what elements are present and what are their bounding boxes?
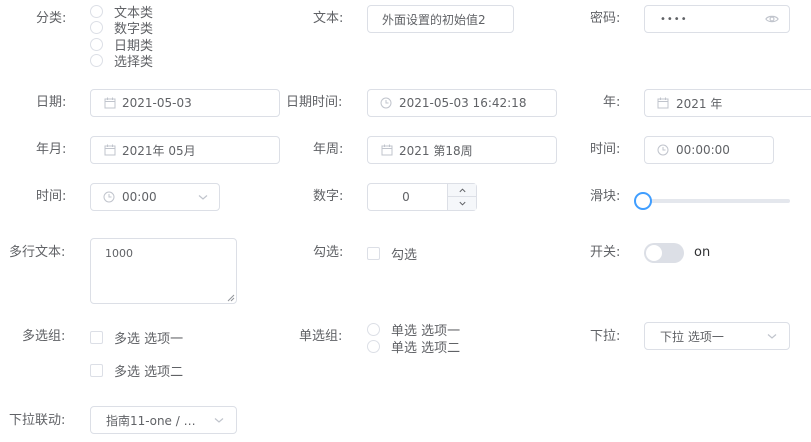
check-single-label: 勾选: xyxy=(313,245,344,260)
password-input[interactable]: •••• xyxy=(644,5,790,33)
clock-icon xyxy=(657,144,669,156)
checkbox-option-2[interactable]: 多选 选项二 xyxy=(90,362,184,380)
category-label: 分类: xyxy=(36,11,67,26)
arrow-down-icon xyxy=(458,201,466,206)
calendar-icon xyxy=(657,97,669,109)
radio-circle xyxy=(367,322,380,336)
datetime-label: 日期时间: xyxy=(286,95,343,110)
radio-circle xyxy=(367,339,380,353)
checkbox-label: 多选 选项二 xyxy=(114,364,184,380)
eye-icon[interactable] xyxy=(765,13,779,25)
slider-handle[interactable] xyxy=(634,192,652,210)
radio-circle xyxy=(90,4,103,18)
textarea-value: 1000 xyxy=(105,247,133,260)
number-stepper[interactable]: 0 xyxy=(367,183,477,211)
week-value: 2021 第18周 xyxy=(399,143,473,158)
switch-knob xyxy=(646,245,662,261)
stepper-buttons xyxy=(447,184,476,210)
checkbox-box xyxy=(367,246,380,260)
checkbox-box xyxy=(90,363,103,377)
check-single-checkbox[interactable]: 勾选 xyxy=(367,245,418,263)
year-picker[interactable]: 2021 年 xyxy=(644,89,811,117)
radio-option-1[interactable]: 单选 选项一 xyxy=(367,321,460,339)
radio-option-2[interactable]: 单选 选项二 xyxy=(367,338,461,356)
radio-circle xyxy=(90,53,103,67)
radio-circle xyxy=(90,37,103,51)
text-label: 文本: xyxy=(313,11,344,26)
year-label: 年: xyxy=(603,95,621,110)
radio-label: 选择类 xyxy=(114,54,154,70)
date-label: 日期: xyxy=(36,95,67,110)
checkbox-option-1[interactable]: 多选 选项一 xyxy=(90,329,184,347)
datetime-value: 2021-05-03 16:42:18 xyxy=(399,96,527,110)
resize-handle-icon[interactable] xyxy=(227,294,235,302)
switch-label: 开关: xyxy=(590,245,621,260)
week-label: 年周: xyxy=(313,142,344,157)
number-value[interactable]: 0 xyxy=(368,184,444,210)
number-label: 数字: xyxy=(313,189,344,204)
cascader-select[interactable]: 指南11-one / 设... xyxy=(90,406,237,434)
checkbox-box xyxy=(90,330,103,344)
switch-text: on xyxy=(694,245,711,260)
increase-button[interactable] xyxy=(448,184,476,197)
cascader-label: 下拉联动: xyxy=(9,413,66,428)
time-picker-label: 时间: xyxy=(590,142,621,157)
checkbox-group-label: 多选组: xyxy=(22,329,66,344)
time-picker[interactable]: 00:00:00 xyxy=(644,136,774,164)
dropdown-value: 下拉 选项一 xyxy=(660,329,724,344)
checkbox-label: 多选 选项一 xyxy=(114,331,184,347)
time-picker-value: 00:00:00 xyxy=(676,143,730,157)
datetime-picker[interactable]: 2021-05-03 16:42:18 xyxy=(367,89,557,117)
chevron-down-icon xyxy=(197,191,209,203)
cascader-value: 指南11-one / 设... xyxy=(106,413,206,428)
calendar-icon xyxy=(104,97,116,109)
month-picker[interactable]: 2021年 05月 xyxy=(90,136,280,164)
calendar-icon xyxy=(104,144,116,156)
week-picker[interactable]: 2021 第18周 xyxy=(367,136,557,164)
checkbox-label: 勾选 xyxy=(391,247,418,263)
time-select-value: 00:00 xyxy=(122,190,157,204)
textarea-label: 多行文本: xyxy=(9,245,66,260)
radio-label: 单选 选项二 xyxy=(391,340,461,356)
decrease-button[interactable] xyxy=(448,197,476,210)
radio-circle xyxy=(90,20,103,34)
time-select[interactable]: 00:00 xyxy=(90,183,220,211)
radio-group-label: 单选组: xyxy=(299,329,343,344)
month-label: 年月: xyxy=(36,142,67,157)
password-value: •••• xyxy=(660,13,688,25)
chevron-down-icon xyxy=(766,330,778,342)
slider-label: 滑块: xyxy=(590,189,621,204)
chevron-down-icon xyxy=(213,414,225,426)
time-select-label: 时间: xyxy=(36,189,67,204)
textarea-input[interactable]: 1000 xyxy=(90,238,237,304)
slider-track[interactable] xyxy=(644,199,790,203)
calendar-icon xyxy=(381,144,393,156)
on-off-switch[interactable] xyxy=(644,243,684,263)
clock-icon xyxy=(380,97,392,109)
text-input-value: 外面设置的初始值2 xyxy=(382,12,486,27)
month-value: 2021年 05月 xyxy=(122,143,196,158)
date-picker[interactable]: 2021-05-03 xyxy=(90,89,280,117)
arrow-up-icon xyxy=(458,187,466,192)
text-input[interactable]: 外面设置的初始值2 xyxy=(367,5,514,33)
password-label: 密码: xyxy=(590,11,621,26)
year-value: 2021 年 xyxy=(676,96,723,111)
category-radio-select[interactable]: 选择类 xyxy=(90,52,154,70)
date-value: 2021-05-03 xyxy=(122,96,192,110)
dropdown-label: 下拉: xyxy=(590,329,621,344)
category-radio-number[interactable]: 数字类 xyxy=(90,19,153,37)
dropdown-select[interactable]: 下拉 选项一 xyxy=(644,322,790,350)
clock-icon xyxy=(103,191,115,203)
